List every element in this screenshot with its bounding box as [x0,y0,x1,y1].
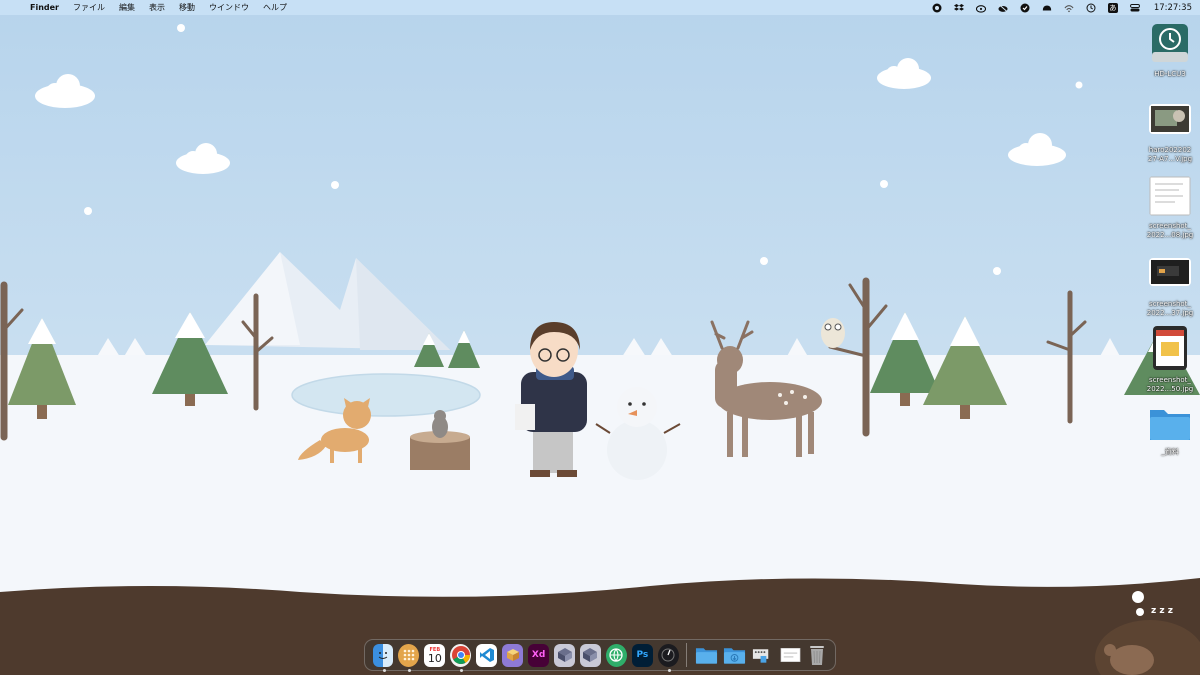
desktop-item-screenshot[interactable]: screenshot_ 2022...50.jpg [1140,326,1200,393]
menu-go[interactable]: 移動 [179,2,195,13]
sleep-zzz: z z z [1151,606,1173,616]
desktop-item-label: screenshot_ 2022...50.jpg [1146,376,1194,393]
dock-launchpad[interactable] [398,643,420,672]
control-center-icon[interactable] [1129,3,1140,13]
desktop-item-label: screenshot_ 2022...37.jpg [1146,300,1194,317]
dock-finder[interactable] [372,643,394,672]
trash-icon [810,646,825,665]
grid-icon [403,649,415,661]
desktop-item-folder[interactable]: _資料 [1140,404,1200,457]
menu-edit[interactable]: 編集 [119,2,135,13]
menu-bar: Finder ファイル 編集 表示 移動 ウインドウ ヘルプ あ 17:27:3… [0,0,1200,15]
desktop-item-screenshot[interactable]: screenshot_ 2022...08.jpg [1140,176,1200,239]
dock-calendar[interactable]: FEB 10 [424,643,446,667]
running-indicator [382,668,386,672]
photo-thumbnail-icon [1149,104,1191,134]
dock-app-b[interactable] [580,643,601,667]
stack-icon [752,649,768,663]
menu-app-name[interactable]: Finder [30,3,59,12]
desktop-item-label: haro202202 27-A7...V.jpg [1147,146,1193,163]
downloads-folder-icon [723,648,745,664]
dock-downloads[interactable] [723,644,746,667]
desktop-item-screenshot[interactable]: screenshot_ 2022...37.jpg [1140,258,1200,317]
cloud-mute-icon[interactable] [998,3,1008,13]
dock-folder-stack[interactable] [695,644,718,667]
calendar-day: 10 [427,651,442,665]
gauge-icon [661,648,675,662]
menu-clock[interactable]: 17:27:35 [1154,3,1192,13]
dropbox-icon[interactable] [953,3,964,13]
dock-separator [686,643,688,667]
folder-icon [695,648,717,664]
owl [821,318,845,348]
dock-chrome[interactable] [450,643,472,672]
chrome-icon [451,646,470,665]
desktop-item-label: _資料 [1161,448,1179,456]
cube-icon [583,648,598,662]
dock-app-a[interactable] [554,643,575,667]
dock-stack-items[interactable] [751,644,774,667]
dock-adobe-xd[interactable]: Xd [528,643,550,667]
menu-view[interactable]: 表示 [149,2,165,13]
dock-document-stack[interactable] [779,644,802,667]
hat-icon[interactable] [1042,3,1052,13]
running-indicator [460,668,464,672]
dock: FEB 10 Xd Ps [364,639,836,672]
dock-trash[interactable] [807,644,828,667]
document-stack-icon [780,648,801,662]
cube-icon [557,648,572,662]
wifi-icon[interactable] [1064,3,1074,13]
dock-photoshop[interactable]: Ps [631,643,653,667]
menu-window[interactable]: ウインドウ [209,2,249,13]
menu-file[interactable]: ファイル [73,2,105,13]
creative-cloud-icon[interactable] [932,3,942,13]
folder-icon [1150,410,1190,440]
desktop-wallpaper [0,0,1200,675]
shield-icon[interactable] [1020,3,1030,13]
screenshot-thumbnail-icon [1153,326,1187,370]
menu-help[interactable]: ヘルプ [263,2,287,13]
dock-vscode[interactable] [476,643,498,667]
input-method-icon[interactable]: あ [1107,2,1118,13]
box-icon [506,649,519,661]
running-indicator [667,668,671,672]
dock-instruments[interactable] [657,643,679,672]
dock-browser[interactable] [605,643,627,667]
document-thumbnail-icon [1149,176,1191,216]
dock-box[interactable] [502,643,524,667]
finder-face-icon [378,652,388,659]
desktop-item-image[interactable]: haro202202 27-A7...V.jpg [1140,104,1200,163]
status-area: あ 17:27:35 [926,2,1192,13]
desktop-item-drive[interactable]: HD-LCU3 [1140,22,1200,79]
vscode-icon [479,648,494,662]
globe-icon [609,648,624,662]
desktop-item-label: screenshot_ 2022...08.jpg [1146,222,1194,239]
drive-icon [1152,24,1188,62]
cloud-sync-icon[interactable] [975,3,986,13]
screenshot-thumbnail-icon [1149,258,1191,286]
time-machine-icon[interactable] [1086,3,1096,13]
desktop-item-label: HD-LCU3 [1154,70,1186,78]
